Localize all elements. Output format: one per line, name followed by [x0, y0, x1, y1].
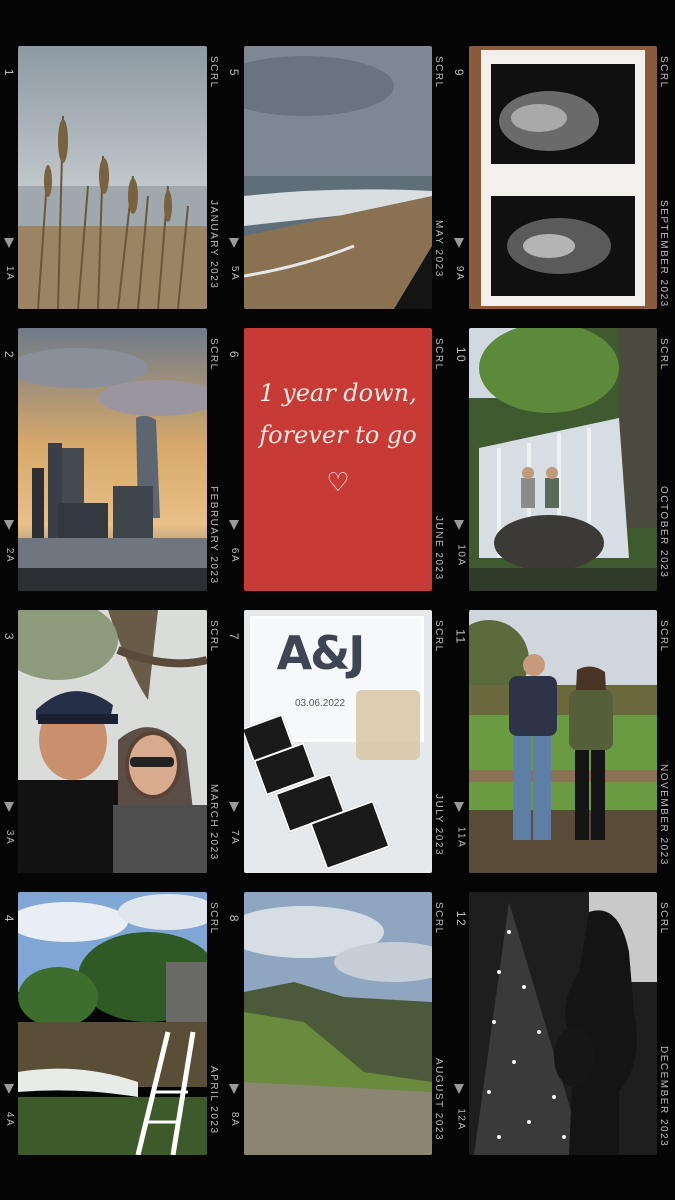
frame-marker-icon	[454, 802, 464, 812]
frame-number: 4	[2, 914, 17, 924]
frame-brand: SCRL	[208, 56, 219, 89]
frame-number: 1	[2, 68, 17, 78]
frame-number: 7	[227, 632, 242, 642]
frame-date: AUGUST 2023	[433, 1058, 444, 1142]
film-frame-3: 3 3A SCRL MARCH 2023	[0, 604, 225, 879]
frame-brand: SCRL	[208, 902, 219, 935]
frame-date: JULY 2023	[433, 794, 444, 857]
frame-sub: 9A	[454, 265, 466, 282]
frame-marker-icon	[229, 1084, 239, 1094]
frame-brand: SCRL	[208, 620, 219, 653]
film-frame-8: 8 8A SCRL AUGUST 2023	[225, 886, 450, 1161]
photo-christmas-tree	[469, 892, 657, 1155]
frame-sub: 6A	[229, 547, 241, 564]
frame-brand: SCRL	[433, 338, 444, 371]
frame-date: MAY 2023	[433, 220, 444, 278]
film-frame-2: 2 2A SCRL FEBRUARY 2023	[0, 322, 225, 597]
frame-date: JANUARY 2023	[208, 200, 219, 290]
film-frame-7: 7 7A SCRL JULY 2023 A&J 03.06.2022	[225, 604, 450, 879]
film-frame-4: 4 4A SCRL APRIL 2023	[0, 886, 225, 1161]
frame-marker-icon	[454, 238, 464, 248]
heart-icon: ♡	[326, 468, 350, 498]
frame-marker-icon	[229, 802, 239, 812]
frame-date: SEPTEMBER 2023	[658, 200, 669, 308]
frame-sub: 8A	[229, 1111, 241, 1128]
film-frame-6: 6 6A SCRL JUNE 2023 1 year down, forever…	[225, 322, 450, 597]
frame-sub: 10A	[455, 544, 467, 567]
frame-number: 6	[227, 350, 242, 360]
frame-date: MARCH 2023	[208, 784, 219, 861]
frame-number: 3	[2, 632, 17, 642]
frame-brand: SCRL	[658, 338, 669, 371]
photo-couple-field	[469, 610, 657, 873]
film-frame-11: 11 11A SCRL NOVEMBER 2023	[450, 604, 675, 879]
frame-marker-icon	[454, 520, 464, 530]
frame-sub: 7A	[229, 829, 241, 846]
frame-number: 2	[2, 350, 17, 360]
film-frame-5: 5 5A SCRL MAY 2023	[225, 40, 450, 315]
photo-city-sunset	[18, 328, 207, 591]
film-frame-12: 12 12A SCRL DECEMBER 2023	[450, 886, 675, 1161]
card-line-2: forever to go	[259, 421, 417, 449]
frame-date: DECEMBER 2023	[658, 1046, 669, 1148]
photo-keepsake-frame: A&J 03.06.2022	[244, 610, 432, 873]
frame-marker-icon	[4, 238, 14, 248]
card-line-1: 1 year down,	[259, 379, 417, 407]
photo-waterfall	[469, 328, 657, 591]
frame-sub: 12A	[455, 1108, 467, 1131]
frame-number: 5	[227, 68, 242, 78]
frame-sub: 1A	[4, 265, 16, 282]
frame-marker-icon	[454, 1084, 464, 1094]
frame-date: JUNE 2023	[433, 516, 444, 581]
frame-date: OCTOBER 2023	[658, 486, 669, 579]
anniversary-card: 1 year down, forever to go ♡	[244, 328, 432, 591]
frame-marker-icon	[229, 520, 239, 530]
frame-number: 10	[454, 346, 469, 364]
frame-sub: 3A	[4, 829, 16, 846]
photo-ultrasound-scans	[469, 46, 657, 309]
frame-brand: SCRL	[433, 56, 444, 89]
film-frame-9: 9 9A SCRL SEPTEMBER 2023	[450, 40, 675, 315]
photo-river-weir	[18, 892, 207, 1155]
frame-sub: 5A	[229, 265, 241, 282]
photo-reeds	[18, 46, 207, 309]
frame-date: NOVEMBER 2023	[658, 764, 669, 866]
frame-sub: 11A	[455, 826, 467, 849]
frame-marker-icon	[4, 520, 14, 530]
frame-marker-icon	[4, 802, 14, 812]
frame-brand: SCRL	[658, 620, 669, 653]
frame-brand: SCRL	[658, 56, 669, 89]
frame-brand: SCRL	[433, 620, 444, 653]
frame-marker-icon	[229, 238, 239, 248]
frame-brand: SCRL	[433, 902, 444, 935]
frame-sub: 4A	[4, 1111, 16, 1128]
frame-marker-icon	[4, 1084, 14, 1094]
film-frame-1: 1 1A SCRL JANUARY 2023	[0, 40, 225, 315]
frame-number: 8	[227, 914, 242, 924]
frame-number: 9	[452, 68, 467, 78]
frame-date: FEBRUARY 2023	[208, 486, 219, 585]
frame-date: APRIL 2023	[208, 1066, 219, 1135]
frame-sub: 2A	[4, 547, 16, 564]
film-frame-10: 10 10A SCRL OCTOBER 2023	[450, 322, 675, 597]
frame-brand: SCRL	[658, 902, 669, 935]
photo-beach	[244, 46, 432, 309]
frame-brand: SCRL	[208, 338, 219, 371]
keepsake-initials: A&J	[276, 626, 366, 680]
frame-number: 11	[453, 629, 468, 645]
photo-mountain	[244, 892, 432, 1155]
photo-couple-selfie	[18, 610, 207, 873]
frame-number: 12	[454, 910, 469, 928]
